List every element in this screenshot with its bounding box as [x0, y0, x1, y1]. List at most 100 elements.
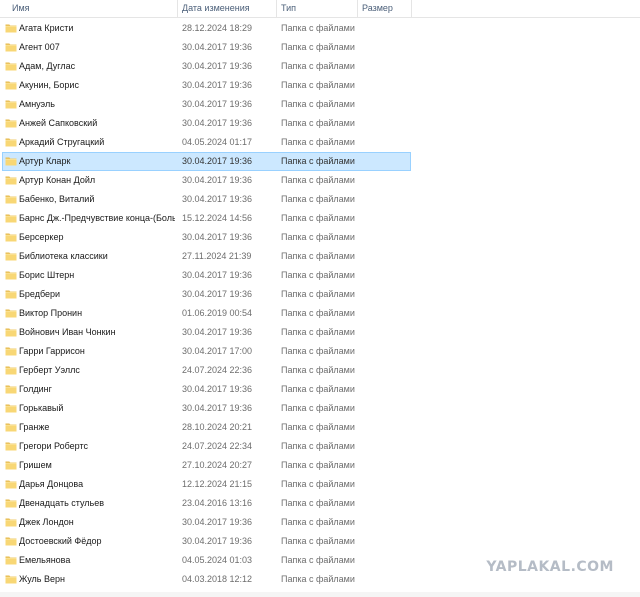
file-date-modified: 30.04.2017 19:36	[182, 536, 253, 546]
file-row[interactable]: Агата Кристи 28.12.2024 18:29 Папка с файл…	[0, 19, 640, 38]
file-date-modified: 30.04.2017 19:36	[182, 403, 253, 413]
folder-icon	[5, 23, 17, 33]
file-row[interactable]: Герберт Уэллс 24.07.2024 22:36 Папка с фай…	[0, 361, 640, 380]
file-name: Берсеркер	[19, 232, 64, 242]
file-type: Папка с файлами	[281, 118, 355, 128]
bottom-edge	[0, 592, 640, 597]
file-name: Джек Лондон	[19, 517, 74, 527]
file-date-modified: 30.04.2017 19:36	[182, 118, 253, 128]
file-type: Папка с файлами	[281, 23, 355, 33]
folder-icon	[5, 536, 17, 546]
file-row[interactable]: Адам, Дуглас 30.04.2017 19:36 Папка с файл…	[0, 57, 640, 76]
file-type: Папка с файлами	[281, 403, 355, 413]
file-row[interactable]: Агент 007 30.04.2017 19:36 Папка с файлами	[0, 38, 640, 57]
file-size	[362, 418, 410, 437]
file-row[interactable]: Артур Конан Дойл 30.04.2017 19:36 Папка с …	[0, 171, 640, 190]
file-row[interactable]: Амнуэль 30.04.2017 19:36 Папка с файлами	[0, 95, 640, 114]
file-row[interactable]: Бредбери 30.04.2017 19:36 Папка с файлами	[0, 285, 640, 304]
file-type: Папка с файлами	[281, 289, 355, 299]
file-type: Папка с файлами	[281, 194, 355, 204]
file-name: Барнс Дж.-Предчувствие конца-(Боль...	[19, 213, 175, 223]
file-name: Виктор Пронин	[19, 308, 83, 318]
file-row[interactable]: Бабенко, Виталий 30.04.2017 19:36 Папка с …	[0, 190, 640, 209]
file-type: Папка с файлами	[281, 137, 355, 147]
file-date-modified: 30.04.2017 19:36	[182, 156, 253, 166]
file-row[interactable]: Дарья Донцова 12.12.2024 21:15 Папка с фай…	[0, 475, 640, 494]
file-row[interactable]: Гранже 28.10.2024 20:21 Папка с файлами	[0, 418, 640, 437]
file-row[interactable]: Гришем 27.10.2024 20:27 Папка с файлами	[0, 456, 640, 475]
file-size	[362, 133, 410, 152]
file-type: Папка с файлами	[281, 99, 355, 109]
file-type: Папка с файлами	[281, 308, 355, 318]
file-date-modified: 30.04.2017 19:36	[182, 175, 253, 185]
file-type: Папка с файлами	[281, 517, 355, 527]
file-size	[362, 190, 410, 209]
file-row[interactable]: Библиотека классики 27.11.2024 21:39 Папка…	[0, 247, 640, 266]
folder-icon	[5, 213, 17, 223]
file-row[interactable]: Акунин, Борис 30.04.2017 19:36 Папка с фай…	[0, 76, 640, 95]
folder-icon	[5, 498, 17, 508]
file-row[interactable]: Голдинг 30.04.2017 19:36 Папка с файлами	[0, 380, 640, 399]
column-header-date-modified[interactable]: Дата изменения	[178, 0, 277, 17]
file-name: Библиотека классики	[19, 251, 108, 261]
file-name: Гришем	[19, 460, 52, 470]
file-row[interactable]: Аркадий Стругацкий 04.05.2024 01:17 Папка …	[0, 133, 640, 152]
file-row[interactable]: Грегори Робертс 24.07.2024 22:34 Папка с ф…	[0, 437, 640, 456]
file-size	[362, 114, 410, 133]
file-row[interactable]: Горькавый 30.04.2017 19:36 Папка с файлами	[0, 399, 640, 418]
file-size	[362, 171, 410, 190]
file-type: Папка с файлами	[281, 346, 355, 356]
column-header-size[interactable]: Размер	[358, 0, 412, 17]
column-header-bar: Имя Дата изменения Тип Размер	[0, 0, 640, 18]
file-size	[362, 266, 410, 285]
file-row[interactable]: Борис Штерн 30.04.2017 19:36 Папка с файла…	[0, 266, 640, 285]
file-name: Бабенко, Виталий	[19, 194, 95, 204]
file-list: Агата Кристи 28.12.2024 18:29 Папка с файл…	[0, 19, 640, 589]
file-name: Войнович Иван Чонкин	[19, 327, 116, 337]
file-name: Грегори Робертс	[19, 441, 89, 451]
file-row[interactable]: Виктор Пронин 01.06.2019 00:54 Папка с фай…	[0, 304, 640, 323]
file-size	[362, 38, 410, 57]
file-row[interactable]: Гарри Гаррисон 30.04.2017 17:00 Папка с фа…	[0, 342, 640, 361]
file-size	[362, 323, 410, 342]
file-size	[362, 19, 410, 38]
file-type: Папка с файлами	[281, 175, 355, 185]
file-size	[362, 95, 410, 114]
file-row[interactable]: Двенадцать стульев 23.04.2016 13:16 Папка …	[0, 494, 640, 513]
file-date-modified: 30.04.2017 19:36	[182, 270, 253, 280]
file-name: Аркадий Стругацкий	[19, 137, 105, 147]
folder-icon	[5, 479, 17, 489]
file-name: Жуль Верн	[19, 574, 65, 584]
column-header-type[interactable]: Тип	[277, 0, 358, 17]
file-date-modified: 24.07.2024 22:36	[182, 365, 253, 375]
file-row[interactable]: Анжей Сапковский 30.04.2017 19:36 Папка с …	[0, 114, 640, 133]
file-size	[362, 228, 410, 247]
file-name: Бредбери	[19, 289, 61, 299]
file-row[interactable]: Берсеркер 30.04.2017 19:36 Папка с файлами	[0, 228, 640, 247]
file-type: Папка с файлами	[281, 270, 355, 280]
file-size	[362, 361, 410, 380]
file-type: Папка с файлами	[281, 479, 355, 489]
file-name: Адам, Дуглас	[19, 61, 76, 71]
file-name: Анжей Сапковский	[19, 118, 98, 128]
folder-icon	[5, 99, 17, 109]
file-type: Папка с файлами	[281, 460, 355, 470]
file-date-modified: 15.12.2024 14:56	[182, 213, 253, 223]
file-row[interactable]: Войнович Иван Чонкин 30.04.2017 19:36 Папк…	[0, 323, 640, 342]
file-size	[362, 456, 410, 475]
file-row-selected[interactable]: Артур Кларк 30.04.2017 19:36 Папка с файла…	[0, 152, 640, 171]
file-date-modified: 04.03.2018 12:12	[182, 574, 253, 584]
file-size	[362, 475, 410, 494]
column-header-name[interactable]: Имя	[8, 0, 178, 17]
file-type: Папка с файлами	[281, 232, 355, 242]
folder-icon	[5, 403, 17, 413]
file-row[interactable]: Барнс Дж.-Предчувствие конца-(Боль... 15.…	[0, 209, 640, 228]
file-size	[362, 209, 410, 228]
file-row[interactable]: Достоевский Фёдор 30.04.2017 19:36 Папка с…	[0, 532, 640, 551]
file-name: Агата Кристи	[19, 23, 74, 33]
folder-icon	[5, 232, 17, 242]
file-date-modified: 04.05.2024 01:17	[182, 137, 253, 147]
folder-icon	[5, 441, 17, 451]
file-type: Папка с файлами	[281, 498, 355, 508]
file-row[interactable]: Джек Лондон 30.04.2017 19:36 Папка с файла…	[0, 513, 640, 532]
